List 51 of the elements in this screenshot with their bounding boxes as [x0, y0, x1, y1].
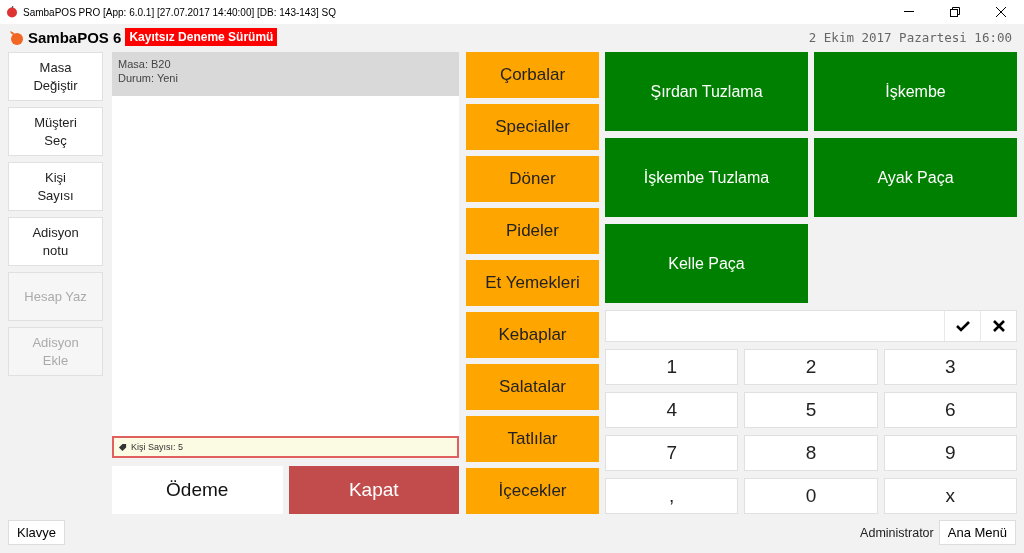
keypad-key[interactable]: , [605, 478, 739, 514]
keypad-key[interactable]: 2 [744, 349, 878, 385]
category-button[interactable]: Specialler [466, 104, 599, 150]
category-button[interactable]: Pideler [466, 208, 599, 254]
keypad-key[interactable]: 5 [744, 392, 878, 428]
tag-icon [118, 442, 127, 452]
restore-icon[interactable] [950, 7, 960, 17]
payment-button[interactable]: Ödeme [112, 466, 283, 514]
category-button[interactable]: Salatalar [466, 364, 599, 410]
logo-icon [8, 29, 24, 45]
check-icon [955, 320, 970, 332]
keypad-key[interactable]: 1 [605, 349, 739, 385]
keypad-key[interactable]: 0 [744, 478, 878, 514]
close-icon[interactable] [996, 7, 1006, 17]
main-menu-button[interactable]: Ana Menü [938, 520, 1016, 545]
product-button[interactable]: İşkembe Tuzlama [605, 138, 808, 217]
action-button[interactable]: Müşteri Seç [8, 107, 103, 156]
keypad-key[interactable]: 9 [883, 435, 1017, 471]
action-button[interactable]: Kişi Sayısı [8, 162, 103, 211]
product-button[interactable]: Şırdan Tuzlama [605, 52, 808, 131]
action-button[interactable]: Adisyon notu [8, 217, 103, 266]
minimize-icon[interactable] [904, 11, 914, 13]
keyboard-button[interactable]: Klavye [8, 520, 66, 545]
category-button[interactable]: Çorbalar [466, 52, 599, 98]
trial-badge: Kayıtsız Deneme Sürümü [125, 28, 278, 46]
keypad-key[interactable]: 3 [883, 349, 1017, 385]
cross-icon [992, 320, 1005, 332]
category-button[interactable]: İçecekler [466, 468, 599, 514]
category-button[interactable]: Et Yemekleri [466, 260, 599, 306]
window-title: SambaPOS PRO [App: 6.0.1] [27.07.2017 14:40:00] [DB: 143-143] SQ [23, 6, 337, 18]
app-logo-icon [6, 6, 18, 18]
date-time: 2 Ekim 2017 Pazartesi 16:00 [808, 29, 1012, 45]
keypad-key[interactable]: 7 [605, 435, 739, 471]
close-ticket-button[interactable]: Kapat [288, 466, 459, 514]
action-button[interactable]: Masa Değiştir [8, 52, 103, 101]
category-button[interactable]: Tatlılar [466, 416, 599, 462]
number-field[interactable] [605, 310, 1017, 342]
keypad-key[interactable]: x [883, 478, 1017, 514]
category-button[interactable]: Kebaplar [466, 312, 599, 358]
category-button[interactable]: Döner [466, 156, 599, 202]
tag-text: Kişi Sayısı: 5 [131, 442, 184, 452]
ticket-info: Masa: B20 [118, 58, 172, 70]
product-button[interactable]: Ayak Paça [814, 138, 1017, 217]
product-button[interactable]: İşkembe [814, 52, 1017, 131]
ticket-info: Durum: Yeni [118, 72, 179, 84]
product-button[interactable]: Kelle Paça [605, 224, 808, 303]
app-logo-text: SambaPOS 6 [28, 28, 122, 46]
keypad-key[interactable]: 6 [883, 392, 1017, 428]
user-name: Administrator [860, 525, 934, 540]
keypad-key[interactable]: 8 [744, 435, 878, 471]
keypad-key[interactable]: 4 [605, 392, 739, 428]
